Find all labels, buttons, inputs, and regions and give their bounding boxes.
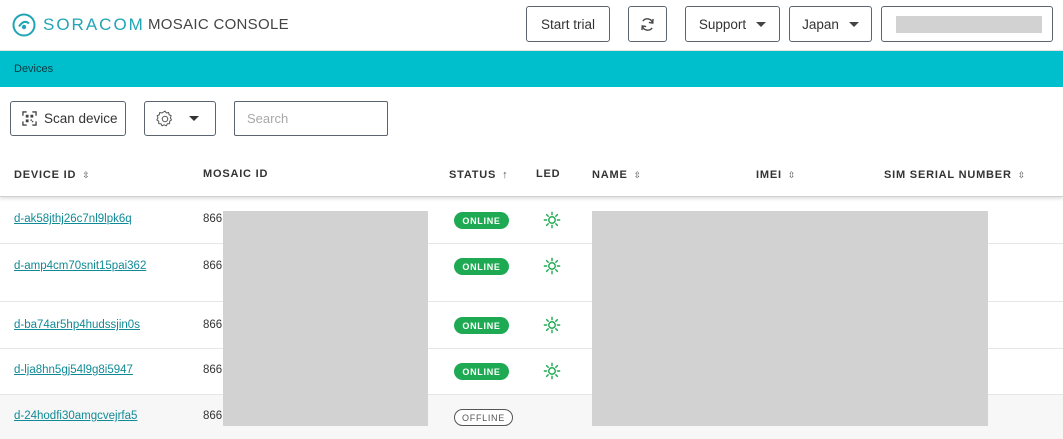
sort-icon: ⇳: [82, 169, 90, 180]
status-badge: ONLINE: [454, 363, 509, 380]
redacted-user-name: [896, 16, 1042, 33]
column-header-name[interactable]: NAME ⇳: [592, 169, 641, 181]
led-on-icon: [543, 211, 561, 229]
mosaic-id: 866: [203, 410, 223, 422]
led-on-icon: [543, 362, 561, 380]
redacted-device-details: [592, 211, 988, 426]
console-title: MOSAIC CONSOLE: [148, 16, 289, 33]
start-trial-label: Start trial: [540, 16, 595, 32]
mosaic-id: 866: [203, 213, 223, 225]
led-on-icon: [543, 257, 561, 275]
mosaic-id: 866: [203, 260, 223, 272]
search-input[interactable]: [234, 101, 388, 136]
scan-device-button[interactable]: Scan device: [10, 101, 126, 136]
status-badge: ONLINE: [454, 258, 509, 275]
top-navigation-bar: SORACOM MOSAIC CONSOLE Start trial Suppo…: [0, 0, 1063, 51]
brand-name: SORACOM: [43, 15, 145, 34]
refresh-button[interactable]: [628, 6, 667, 42]
sort-icon: ⇳: [787, 169, 796, 180]
region-label: Japan: [802, 16, 839, 32]
chevron-down-icon: [848, 21, 859, 27]
column-header-imei[interactable]: IMEI ⇳: [756, 169, 795, 181]
sort-icon: ⇳: [1017, 169, 1026, 180]
led-on-icon: [543, 316, 561, 334]
breadcrumb-devices[interactable]: Devices: [14, 63, 53, 75]
start-trial-button[interactable]: Start trial: [526, 6, 610, 42]
device-id-link[interactable]: d-amp4cm70snit15pai362: [14, 260, 146, 272]
soracom-logo-icon: [12, 13, 36, 37]
sort-icon: ⇳: [633, 169, 642, 180]
brand[interactable]: SORACOM: [12, 12, 145, 38]
device-id-link[interactable]: d-lja8hn5gj54l9g8i5947: [14, 364, 133, 376]
user-menu[interactable]: [881, 6, 1053, 42]
support-label: Support: [698, 16, 747, 32]
mosaic-id: 866: [203, 319, 223, 331]
refresh-icon: [641, 17, 654, 31]
column-header-led: LED: [536, 168, 561, 180]
chevron-down-icon: [756, 21, 767, 27]
column-header-mosaic-id: MOSAIC ID: [203, 168, 269, 180]
device-id-link[interactable]: d-ba74ar5hp4hudssjin0s: [14, 319, 140, 331]
gear-icon: [156, 110, 172, 126]
region-dropdown[interactable]: Japan: [789, 6, 872, 42]
scan-device-label: Scan device: [44, 111, 118, 126]
status-badge: ONLINE: [454, 317, 509, 334]
column-header-status[interactable]: STATUS ↑: [449, 169, 508, 181]
sort-ascending-icon: ↑: [502, 169, 508, 181]
status-badge: OFFLINE: [454, 409, 513, 426]
settings-dropdown[interactable]: [144, 101, 216, 136]
chevron-down-icon: [189, 116, 199, 121]
breadcrumb: Devices: [0, 51, 1063, 87]
qr-scan-icon: [22, 111, 37, 126]
mosaic-id: 866: [203, 364, 223, 376]
column-header-sim-serial[interactable]: SIM SERIAL NUMBER ⇳: [884, 169, 1025, 181]
table-header: DEVICE ID ⇳ MOSAIC ID STATUS ↑ LED NAME …: [0, 152, 1063, 197]
device-id-link[interactable]: d-24hodfi30amgcvejrfa5: [14, 410, 137, 422]
status-badge: ONLINE: [454, 212, 509, 229]
column-header-device-id[interactable]: DEVICE ID ⇳: [14, 169, 90, 181]
device-id-link[interactable]: d-ak58jthj26c7nl9lpk6q: [14, 213, 132, 225]
redacted-mosaic-ids: [223, 211, 428, 426]
support-dropdown[interactable]: Support: [685, 6, 780, 42]
